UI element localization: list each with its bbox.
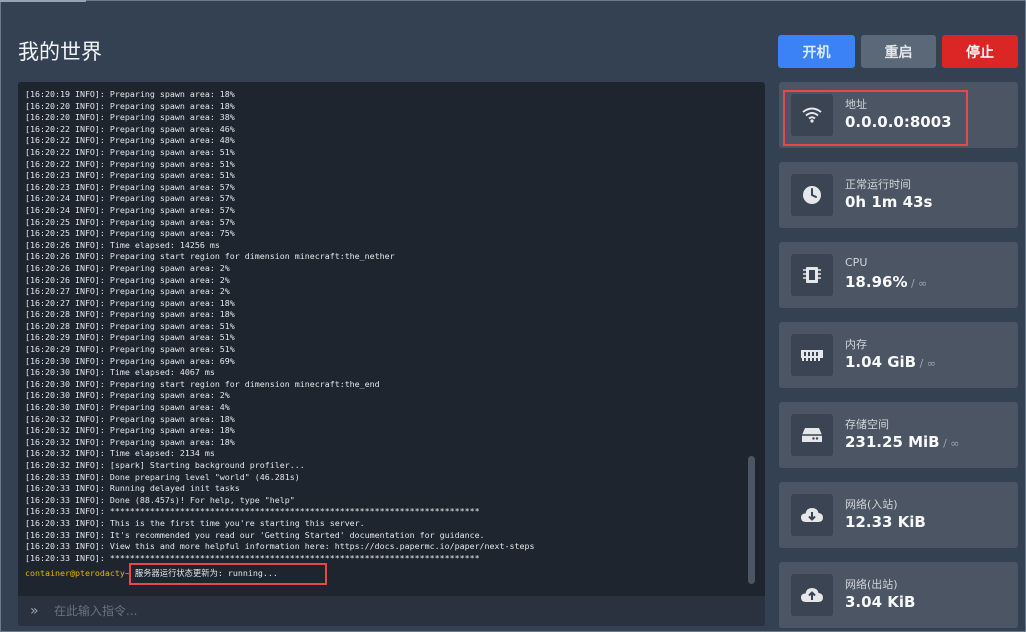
memory-value: 1.04 GiB [845, 353, 917, 371]
chevron-right-icon: » [30, 603, 39, 619]
net-in-label: 网络(入站) [845, 498, 898, 511]
console-line: [16:20:32 INFO]: Preparing spawn area: 1… [25, 436, 235, 447]
address-highlight-box [783, 90, 968, 146]
console-line: [16:20:22 INFO]: Preparing spawn area: 5… [25, 146, 235, 157]
start-button[interactable]: 开机 [778, 35, 855, 68]
command-input-bar: » [18, 596, 765, 626]
cloud-upload-icon [791, 574, 833, 616]
console-line: [16:20:28 INFO]: Preparing spawn area: 1… [25, 309, 235, 320]
disk-value-row: 231.25 MiB / ∞ [845, 433, 959, 451]
console-line: [16:20:33 INFO]: This is the first time … [25, 517, 365, 528]
console-line: [16:20:33 INFO]: It's recommended you re… [25, 529, 485, 540]
memory-limit: / ∞ [916, 357, 936, 370]
console-line: [16:20:23 INFO]: Preparing spawn area: 5… [25, 181, 235, 192]
console-line: [16:20:20 INFO]: Preparing spawn area: 1… [25, 100, 235, 111]
console-line: [16:20:25 INFO]: Preparing spawn area: 5… [25, 216, 235, 227]
status-highlight-box [129, 563, 327, 585]
cpu-value: 18.96% [845, 273, 908, 291]
console-line: [16:20:22 INFO]: Preparing spawn area: 4… [25, 135, 235, 146]
cloud-download-icon [791, 494, 833, 536]
stat-card-disk: 存储空间 231.25 MiB / ∞ [779, 402, 1018, 468]
hard-drive-icon [791, 414, 833, 456]
top-accent-line [0, 0, 86, 2]
disk-label: 存储空间 [845, 418, 889, 431]
stat-card-memory: 内存 1.04 GiB / ∞ [779, 322, 1018, 388]
console-line: [16:20:33 INFO]: ***********************… [25, 506, 480, 517]
cpu-icon [791, 254, 833, 296]
console-line: [16:20:33 INFO]: Done (88.457s)! For hel… [25, 494, 295, 505]
console-line: [16:20:19 INFO]: Preparing spawn area: 1… [25, 89, 235, 99]
stop-button[interactable]: 停止 [942, 35, 1018, 68]
restart-button[interactable]: 重启 [861, 35, 936, 68]
console-line: [16:20:25 INFO]: Preparing spawn area: 7… [25, 228, 235, 239]
console-line: [16:20:28 INFO]: Preparing spawn area: 5… [25, 320, 235, 331]
console-line: [16:20:32 INFO]: Time elapsed: 2134 ms [25, 448, 215, 459]
net-out-label: 网络(出站) [845, 578, 898, 591]
stat-card-net-in: 网络(入站) 12.33 KiB [779, 482, 1018, 548]
console-lines: [16:20:19 INFO]: Preparing spawn area: 1… [25, 89, 745, 564]
stat-card-net-out: 网络(出站) 3.04 KiB [779, 562, 1018, 628]
net-in-value: 12.33 KiB [845, 513, 926, 531]
console-line: [16:20:30 INFO]: Preparing spawn area: 2… [25, 390, 230, 401]
console-line: [16:20:23 INFO]: Preparing spawn area: 5… [25, 170, 235, 181]
console-line: [16:20:20 INFO]: Preparing spawn area: 3… [25, 112, 235, 123]
console-prompt-user: container@pterodacty~ [25, 568, 130, 578]
net-out-value: 3.04 KiB [845, 593, 916, 611]
console-line: [16:20:32 INFO]: Preparing spawn area: 1… [25, 413, 235, 424]
disk-limit: / ∞ [939, 437, 960, 450]
console-line: [16:20:29 INFO]: Preparing spawn area: 5… [25, 332, 235, 343]
cpu-label: CPU [845, 256, 868, 269]
memory-icon [791, 334, 833, 376]
console-line: [16:20:26 INFO]: Time elapsed: 14256 ms [25, 239, 220, 250]
console-line: [16:20:30 INFO]: Preparing spawn area: 6… [25, 355, 235, 366]
console-line: [16:20:26 INFO]: Preparing spawn area: 2… [25, 262, 230, 273]
console-line: [16:20:24 INFO]: Preparing spawn area: 5… [25, 193, 235, 204]
console-line: [16:20:27 INFO]: Preparing spawn area: 2… [25, 286, 230, 297]
console-output[interactable]: [16:20:19 INFO]: Preparing spawn area: 1… [18, 82, 765, 596]
console-line: [16:20:27 INFO]: Preparing spawn area: 1… [25, 297, 235, 308]
console-line: [16:20:22 INFO]: Preparing spawn area: 5… [25, 158, 235, 169]
clock-icon [791, 174, 833, 216]
console-line: [16:20:26 INFO]: Preparing start region … [25, 251, 395, 262]
page-title: 我的世界 [18, 40, 102, 64]
console-line: [16:20:32 INFO]: Preparing spawn area: 1… [25, 425, 235, 436]
uptime-value: 0h 1m 43s [845, 193, 933, 211]
console-line: [16:20:30 INFO]: Preparing spawn area: 4… [25, 402, 230, 413]
console-line: [16:20:24 INFO]: Preparing spawn area: 5… [25, 204, 235, 215]
console-line: [16:20:30 INFO]: Preparing start region … [25, 378, 380, 389]
cpu-value-row: 18.96% / ∞ [845, 273, 927, 291]
memory-value-row: 1.04 GiB / ∞ [845, 353, 936, 371]
console-line: [16:20:22 INFO]: Preparing spawn area: 4… [25, 123, 235, 134]
console-line: [16:20:30 INFO]: Time elapsed: 4067 ms [25, 367, 215, 378]
console-line: [16:20:26 INFO]: Preparing spawn area: 2… [25, 274, 230, 285]
console-line: [16:20:33 INFO]: View this and more help… [25, 541, 535, 552]
console-line: [16:20:29 INFO]: Preparing spawn area: 5… [25, 344, 235, 355]
console-scrollbar[interactable] [748, 456, 755, 584]
console-line: [16:20:32 INFO]: [spark] Starting backgr… [25, 460, 305, 470]
stat-card-uptime: 正常运行时间 0h 1m 43s [779, 162, 1018, 228]
command-input[interactable] [52, 603, 736, 619]
cpu-limit: / ∞ [907, 277, 928, 290]
console-line: [16:20:33 INFO]: Running delayed init ta… [25, 483, 240, 494]
console-line: [16:20:33 INFO]: Done preparing level "w… [25, 471, 300, 482]
memory-label: 内存 [845, 338, 867, 351]
disk-value: 231.25 MiB [845, 433, 940, 451]
stat-card-cpu: CPU 18.96% / ∞ [779, 242, 1018, 308]
uptime-label: 正常运行时间 [845, 178, 911, 191]
